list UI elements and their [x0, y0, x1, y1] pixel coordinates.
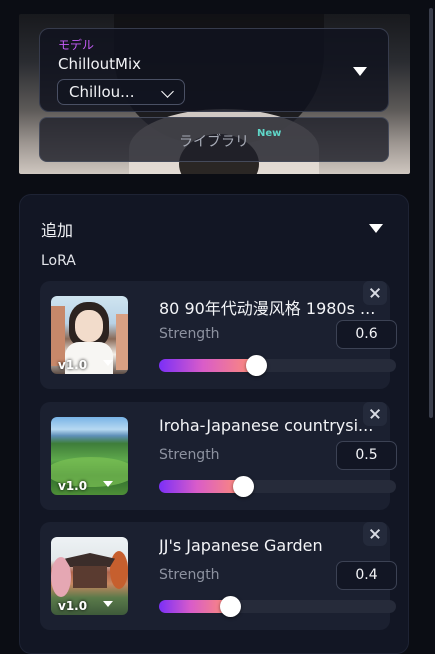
add-panel: 追加 LoRA v1.0 80 90年代动漫风格 1980s ... Stren…: [19, 194, 409, 654]
remove-lora-button[interactable]: [363, 402, 387, 426]
strength-label: Strength: [159, 447, 220, 463]
add-section-title: 追加: [41, 221, 74, 240]
caret-down-icon[interactable]: [353, 67, 367, 76]
slider-handle[interactable]: [220, 596, 241, 617]
chevron-down-icon: [161, 85, 174, 98]
caret-down-icon[interactable]: [103, 601, 113, 607]
strength-input[interactable]: 0.6: [336, 320, 397, 349]
lora-card: v1.0 80 90年代动漫风格 1980s ... Strength 0.6: [40, 281, 397, 389]
strength-slider[interactable]: [159, 596, 396, 617]
lora-card: v1.0 Iroha-Japanese countrysi... Strengt…: [40, 402, 397, 510]
lora-card: v1.0 JJ's Japanese Garden Strength 0.4: [40, 522, 397, 630]
lora-section-label: LoRA: [41, 253, 76, 269]
model-tag-label: モデル: [58, 38, 95, 52]
lora-version-label: v1.0: [58, 358, 88, 372]
strength-label: Strength: [159, 567, 220, 583]
lora-version-label: v1.0: [58, 479, 88, 493]
model-version-value: Chillou...: [69, 83, 135, 101]
lora-version-label: v1.0: [58, 599, 88, 613]
slider-fill: [159, 359, 256, 372]
library-button-label: ライブラリ: [179, 134, 249, 150]
strength-slider[interactable]: [159, 355, 396, 376]
slider-handle[interactable]: [233, 476, 254, 497]
scrollbar[interactable]: [429, 8, 433, 418]
caret-down-icon[interactable]: [103, 481, 113, 487]
strength-label: Strength: [159, 326, 220, 342]
remove-lora-button[interactable]: [363, 281, 387, 305]
lora-name: JJ's Japanese Garden: [159, 536, 323, 555]
model-version-select[interactable]: Chillou...: [57, 79, 185, 105]
strength-slider[interactable]: [159, 476, 396, 497]
new-badge: New: [257, 128, 282, 139]
lora-thumbnail[interactable]: v1.0: [51, 417, 128, 495]
slider-fill: [159, 480, 243, 493]
lora-thumbnail[interactable]: v1.0: [51, 296, 128, 374]
lora-name: 80 90年代动漫风格 1980s ...: [159, 299, 376, 318]
model-name: ChilloutMix: [58, 55, 142, 73]
caret-down-icon[interactable]: [103, 360, 113, 366]
caret-down-icon[interactable]: [369, 224, 383, 233]
lora-name: Iroha-Japanese countrysi...: [159, 416, 374, 435]
library-button[interactable]: ライブラリ New: [39, 117, 389, 162]
remove-lora-button[interactable]: [363, 522, 387, 546]
lora-thumbnail[interactable]: v1.0: [51, 537, 128, 615]
strength-input[interactable]: 0.5: [336, 441, 397, 470]
strength-input[interactable]: 0.4: [336, 561, 397, 590]
model-selector[interactable]: モデル ChilloutMix Chillou...: [39, 28, 389, 112]
slider-handle[interactable]: [246, 355, 267, 376]
